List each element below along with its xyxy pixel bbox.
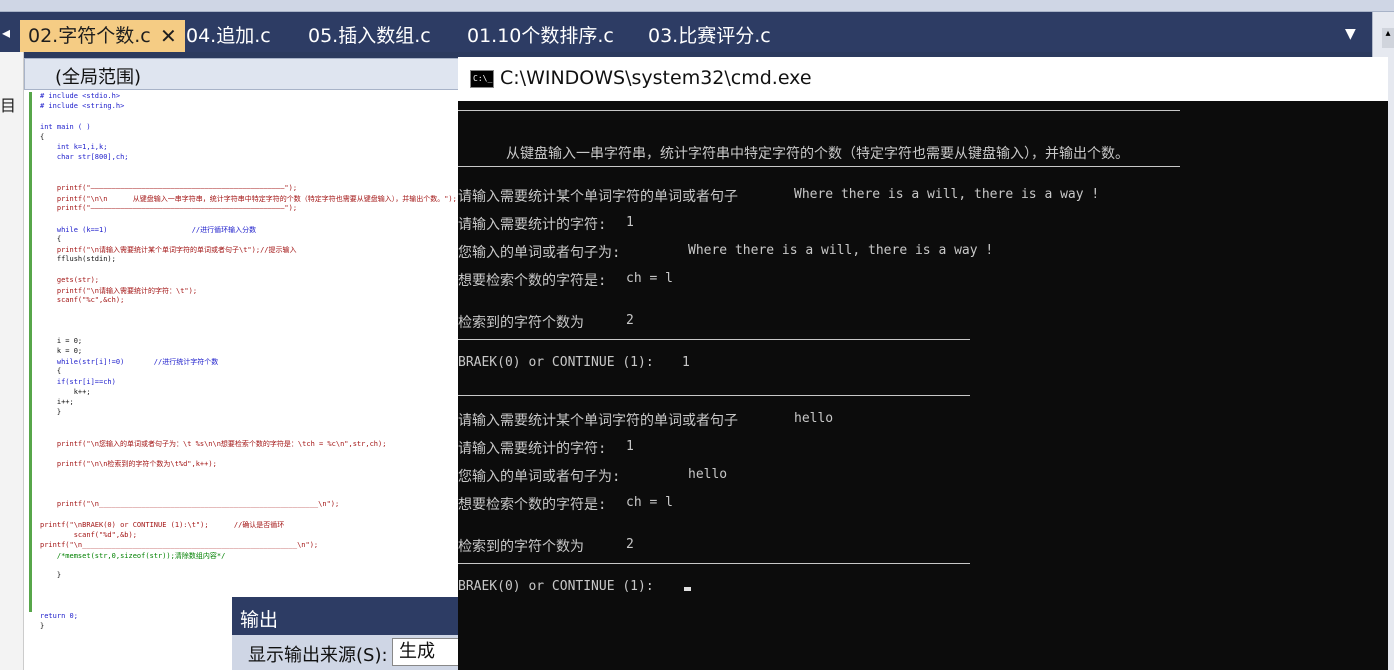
output-source-label: 显示输出来源(S): bbox=[248, 645, 388, 666]
code-line: printf("————————————————————————————————… bbox=[40, 183, 298, 192]
code-line: { bbox=[40, 367, 62, 376]
code-line: # include <stdio.h> bbox=[40, 92, 121, 100]
console-echo-char-value: ch = l bbox=[626, 271, 673, 286]
code-line: } bbox=[40, 408, 62, 417]
code-line: fflush(stdin); bbox=[40, 255, 116, 264]
code-line: } bbox=[40, 622, 45, 631]
tab-03-scoring[interactable]: 03.比赛评分.c bbox=[648, 20, 771, 52]
console-prompt-char: 请输入需要统计的字符: bbox=[458, 441, 607, 457]
code-line: printf("————————————————————————————————… bbox=[40, 204, 298, 213]
code-line: # include <string.h> bbox=[40, 102, 125, 111]
console-count-value: 2 bbox=[626, 313, 634, 328]
scope-label: (全局范围) bbox=[55, 67, 142, 88]
console-echo-char: 想要检索个数的字符是: bbox=[458, 273, 607, 289]
console-prompt-sentence: 请输入需要统计某个单词字符的单词或者句子 bbox=[458, 189, 738, 205]
console-input-sentence: hello bbox=[794, 411, 834, 426]
tab-05-insert-array[interactable]: 05.插入数组.c bbox=[308, 20, 431, 52]
output-toolbar: 显示输出来源(S): 生成 bbox=[232, 635, 472, 670]
console-echo-sentence: 您输入的单词或者句子为: bbox=[458, 469, 621, 485]
code-line: k = 0; bbox=[40, 347, 83, 355]
code-line: i = 0; bbox=[40, 336, 83, 345]
solution-explorer-tab[interactable]: 目 bbox=[0, 92, 16, 116]
console-echo-sentence-value: hello bbox=[688, 467, 728, 482]
console-prompt-sentence: 请输入需要统计某个单词字符的单词或者句子 bbox=[458, 413, 738, 429]
code-editor[interactable]: # include <stdio.h> # include <string.h> i… bbox=[24, 90, 464, 670]
code-line: scanf("%c",&ch); bbox=[40, 296, 125, 304]
output-pane: 输出 显示输出来源(S): 生成 bbox=[232, 597, 472, 670]
code-line: { bbox=[40, 132, 45, 141]
tab-04-append[interactable]: 04.追加.c bbox=[186, 20, 271, 52]
tab-label: 02.字符个数.c bbox=[28, 25, 151, 47]
console-rule bbox=[458, 395, 970, 396]
code-line: int main ( ) bbox=[40, 122, 91, 131]
console-titlebar[interactable]: C:\_ C:\WINDOWS\system32\cmd.exe bbox=[458, 57, 1388, 101]
code-line: { bbox=[40, 234, 62, 243]
code-line: printf("\n\n检索到的字符个数为\t%d",k++); bbox=[40, 460, 217, 469]
console-input-char: 1 bbox=[626, 439, 634, 454]
cmd-icon: C:\_ bbox=[470, 70, 494, 88]
console-echo-sentence: 您输入的单词或者句子为: bbox=[458, 245, 621, 261]
console-intro: 从键盘输入一串字符串，统计字符串中特定字符的个数（特定字符也需要从键盘输入），并… bbox=[506, 146, 1129, 162]
console-title: C:\WINDOWS\system32\cmd.exe bbox=[500, 67, 812, 89]
console-count-value: 2 bbox=[626, 537, 634, 552]
console-input-sentence: Where there is a will, there is a way ! bbox=[794, 187, 1100, 202]
console-rule bbox=[458, 166, 1180, 167]
code-line: printf("\n请输入需要统计某个单词字符的单词或者句子\t");//提示输… bbox=[40, 246, 297, 254]
code-line: } bbox=[40, 571, 62, 580]
tab-02-char-count[interactable]: 02.字符个数.c ✕ bbox=[20, 20, 185, 52]
code-line: printf("\n\n 从键盘输入一串字符串，统计字符串中特定字符的个数（特定… bbox=[40, 195, 457, 203]
code-line: while (k==1) //进行循环输入分数 bbox=[40, 225, 257, 234]
code-line: k++; bbox=[40, 387, 91, 396]
chevron-down-icon[interactable]: ▼ bbox=[1345, 26, 1356, 42]
scroll-up-icon[interactable]: ▴ bbox=[1382, 28, 1394, 48]
console-input-char: 1 bbox=[626, 215, 634, 230]
code-line: printf("\n______________________________… bbox=[40, 540, 319, 549]
console-window[interactable]: C:\_ C:\WINDOWS\system32\cmd.exe 从键盘输入一串… bbox=[458, 57, 1388, 670]
code-line: while(str[i]!=0) //进行统计字符个数 bbox=[40, 358, 219, 367]
scope-dropdown[interactable]: (全局范围) bbox=[24, 58, 464, 90]
code-line: int k=1,i,k; bbox=[40, 143, 108, 151]
console-continue-prompt: BRAEK(0) or CONTINUE (1): bbox=[458, 579, 654, 594]
output-title: 输出 bbox=[240, 609, 279, 631]
code-line: gets(str); bbox=[40, 275, 100, 284]
code-line: scanf("%d",&b); bbox=[40, 530, 137, 539]
console-rule bbox=[458, 339, 970, 340]
console-cursor bbox=[684, 587, 691, 591]
console-count-label: 检索到的字符个数为 bbox=[458, 539, 584, 555]
tab-scroll-left-icon[interactable]: ◂ bbox=[0, 22, 12, 44]
code-line: printf("\n______________________________… bbox=[40, 500, 340, 508]
console-echo-char: 想要检索个数的字符是: bbox=[458, 497, 607, 513]
code-line: printf("\nBRAEK(0) or CONTINUE (1):\t");… bbox=[40, 521, 285, 530]
code-line: if(str[i]==ch) bbox=[40, 377, 116, 386]
code-line: i++; bbox=[40, 398, 74, 406]
console-continue-prompt: BRAEK(0) or CONTINUE (1): bbox=[458, 355, 654, 370]
code-line: printf("\n您输入的单词或者句子为：\t %s\n\n想要检索个数的字符… bbox=[40, 439, 387, 448]
code-line: return 0; bbox=[40, 612, 78, 621]
console-rule bbox=[458, 110, 1180, 111]
tab-01-sort-10[interactable]: 01.10个数排序.c bbox=[467, 20, 614, 52]
code-line: char str[800],ch; bbox=[40, 153, 129, 162]
left-tool-sliver: 目 bbox=[0, 52, 24, 670]
console-echo-sentence-value: Where there is a will, there is a way ! bbox=[688, 243, 994, 258]
close-icon[interactable]: ✕ bbox=[160, 20, 177, 52]
console-count-label: 检索到的字符个数为 bbox=[458, 315, 584, 331]
console-rule bbox=[458, 563, 970, 564]
console-echo-char-value: ch = l bbox=[626, 495, 673, 510]
console-continue-value: 1 bbox=[682, 355, 690, 370]
change-indicator bbox=[29, 92, 32, 612]
ide-top-strip bbox=[0, 0, 1394, 12]
code-line: printf("\n请输入需要统计的字符：\t"); bbox=[40, 286, 198, 295]
code-line: /*memset(str,0,sizeof(str));清除数组内容*/ bbox=[40, 552, 226, 560]
console-prompt-char: 请输入需要统计的字符: bbox=[458, 217, 607, 233]
